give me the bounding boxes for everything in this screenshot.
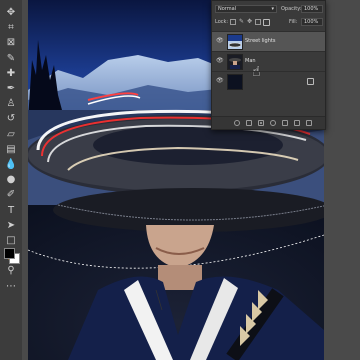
layer-row-background[interactable]: 👁 [212, 71, 325, 91]
foreground-color-swatch[interactable] [4, 248, 15, 259]
tools-panel: ✥⌗⊠✎✚✒♙↺▱▤💧●✐T➤□✋⚲⋯ [0, 0, 23, 360]
move-icon[interactable]: ✥ [3, 6, 19, 20]
lock-transparent-pixels-icon[interactable] [230, 19, 236, 25]
chevron-down-icon: ▾ [271, 6, 274, 12]
history-brush-icon[interactable]: ↺ [3, 112, 19, 126]
fill-field[interactable]: 100% [301, 18, 323, 26]
type-icon[interactable]: T [3, 204, 19, 218]
group-folder-icon[interactable] [282, 120, 288, 126]
rectangle-icon[interactable]: □ [3, 234, 19, 248]
layer-thumbnail [227, 34, 243, 50]
lock-all-icon[interactable] [263, 19, 270, 26]
layer-row-street-lights[interactable]: 👁 Street lights [212, 31, 325, 51]
gradient-icon[interactable]: ▤ [3, 143, 19, 157]
clone-stamp-icon[interactable]: ♙ [3, 97, 19, 111]
lock-image-pixels-icon[interactable]: ✎ [239, 18, 244, 25]
color-swatches[interactable] [4, 248, 20, 264]
lock-artboard-icon[interactable] [255, 19, 261, 25]
frame-icon[interactable]: ⊠ [3, 36, 19, 50]
opacity-value: 100% [304, 6, 319, 12]
crop-icon[interactable]: ⌗ [3, 21, 19, 35]
opacity-field[interactable]: 100% [301, 5, 323, 13]
lock-label: Lock: [215, 19, 229, 25]
layers-panel: Normal ▾ Opacity: 100% Lock: ✎ ✥ Fill: 1… [211, 0, 326, 130]
opacity-label: Opacity: [281, 6, 302, 12]
path-selection-icon[interactable]: ➤ [3, 219, 19, 233]
healing-brush-icon[interactable]: ✚ [3, 67, 19, 81]
eraser-icon[interactable]: ▱ [3, 128, 19, 142]
more-tools-icon[interactable]: ⋯ [3, 280, 19, 294]
visibility-eye-icon[interactable]: 👁 [216, 38, 224, 44]
visibility-eye-icon[interactable]: 👁 [216, 78, 224, 84]
adjustment-layer-icon[interactable] [270, 120, 276, 126]
layer-name: Street lights [245, 38, 276, 44]
blend-mode-value: Normal [218, 6, 237, 12]
blend-mode-dropdown[interactable]: Normal ▾ [215, 5, 277, 13]
fill-value: 100% [304, 19, 319, 25]
pen-icon[interactable]: ✐ [3, 188, 19, 202]
layer-mask-icon[interactable] [258, 120, 264, 126]
lock-position-icon[interactable]: ✥ [247, 18, 252, 25]
link-layers-icon[interactable] [234, 120, 240, 126]
delete-layer-icon[interactable] [306, 120, 312, 126]
fill-label: Fill: [289, 19, 298, 25]
layers-panel-footer [212, 116, 325, 129]
eyedropper-icon[interactable]: ✎ [3, 52, 19, 66]
layer-style-icon[interactable] [246, 120, 252, 126]
brush-icon[interactable]: ✒ [3, 82, 19, 96]
blur-icon[interactable]: 💧 [3, 158, 19, 172]
layer-row-man[interactable]: 👁 Man ☝ [212, 51, 325, 80]
dodge-icon[interactable]: ● [3, 173, 19, 187]
zoom-icon[interactable]: ⚲ [3, 264, 19, 278]
layer-thumbnail [227, 74, 243, 90]
layer-thumbnail [227, 54, 243, 70]
new-layer-icon[interactable] [294, 120, 300, 126]
lock-icon [307, 78, 314, 85]
visibility-eye-icon[interactable]: 👁 [216, 58, 224, 64]
